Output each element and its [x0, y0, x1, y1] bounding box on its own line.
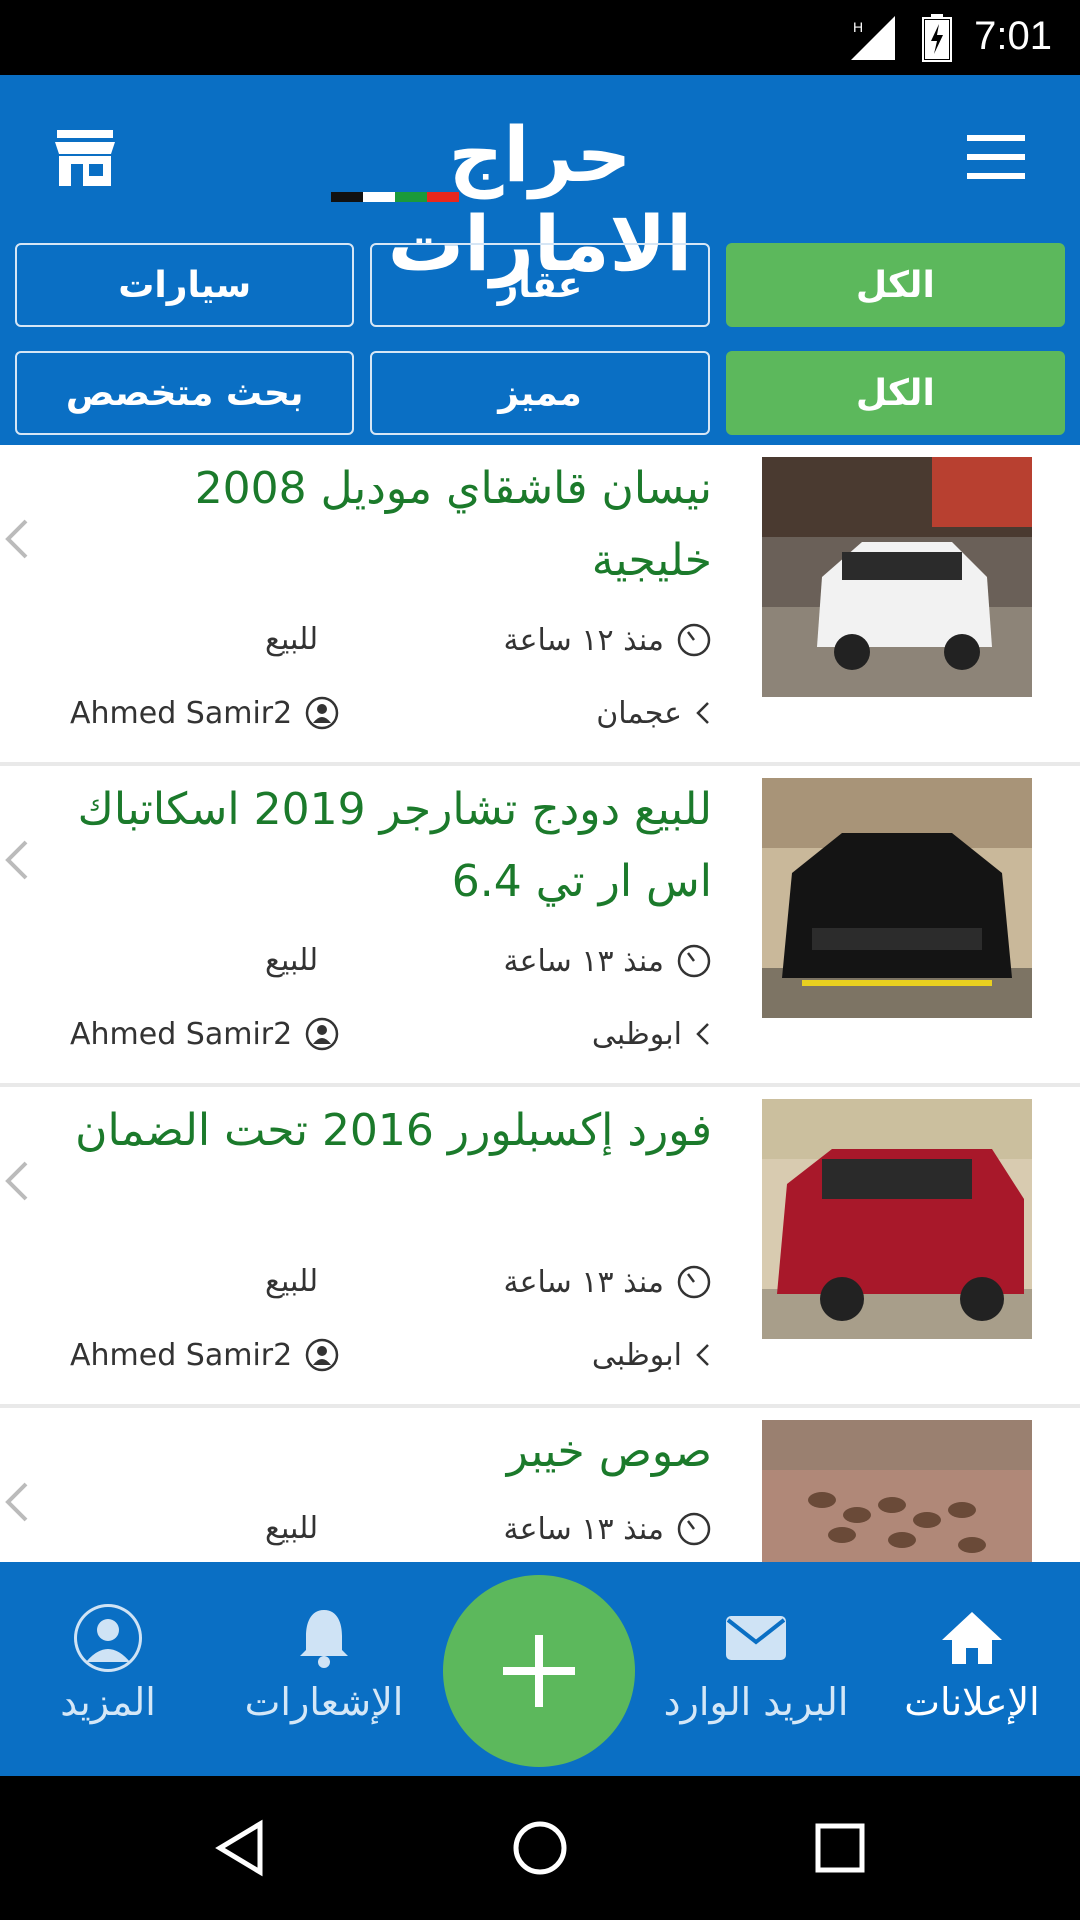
listing-title: فورد إكسبلورر 2016 تحت الضمان	[75, 1105, 712, 1156]
plus-icon	[503, 1635, 575, 1707]
clock-icon	[677, 623, 711, 657]
battery-icon	[922, 14, 952, 62]
recents-icon[interactable]	[810, 1818, 870, 1878]
chevron-left-icon	[5, 840, 28, 880]
listing-item[interactable]: نيسان قاشقاي موديل 2008 خليجية منذ ١٢ سا…	[0, 445, 1080, 766]
listing-city-text: ابوظبى	[591, 1337, 682, 1373]
store-icon[interactable]	[55, 130, 115, 186]
status-bar: H 7:01	[0, 0, 1080, 75]
listing-time-text: منذ ١٣ ساعة	[503, 943, 664, 979]
home-icon	[942, 1612, 1002, 1664]
listing-time-text: منذ ١٣ ساعة	[503, 1511, 664, 1547]
nav-inbox[interactable]: البريد الوارد	[656, 1562, 856, 1776]
listing-item[interactable]: صوص خيبر منذ ١٣ ساعة للبيع	[0, 1408, 1080, 1562]
chevron-left-icon	[5, 1161, 28, 1201]
filter-advanced-search[interactable]: بحث متخصص	[15, 351, 355, 435]
nav-ads[interactable]: الإعلانات	[872, 1562, 1072, 1776]
listing-user: Ahmed Samir2	[70, 1016, 340, 1052]
listing-city: ابوظبى	[592, 1337, 712, 1373]
nav-more-label: المزيد	[60, 1680, 156, 1724]
listing-city-text: ابوظبى	[591, 1016, 682, 1052]
listing-title: للبيع دودج تشارجر 2019 اسكاتباك اس ار تي…	[77, 784, 712, 907]
listing-image	[762, 1420, 1032, 1562]
profile-icon	[74, 1604, 142, 1672]
listing-user: Ahmed Samir2	[70, 695, 340, 731]
listing-type: للبيع	[265, 622, 319, 657]
listing-type: للبيع	[265, 1264, 319, 1299]
listing-item[interactable]: فورد إكسبلورر 2016 تحت الضمان منذ ١٣ ساع…	[0, 1087, 1080, 1408]
listing-time-text: منذ ١٢ ساعة	[503, 622, 664, 658]
chevron-left-small-icon	[696, 1344, 709, 1366]
listing-item[interactable]: للبيع دودج تشارجر 2019 اسكاتباك اس ار تي…	[0, 766, 1080, 1087]
chevron-left-small-icon	[696, 702, 709, 724]
type-filter-row: الكل مميز بحث متخصص	[15, 351, 1065, 435]
listing-city: عجمان	[596, 695, 712, 731]
listing-title: صوص خيبر	[506, 1426, 712, 1477]
listing-title: نيسان قاشقاي موديل 2008 خليجية	[194, 463, 712, 586]
filter-featured[interactable]: مميز	[370, 351, 710, 435]
listing-image	[762, 457, 1032, 697]
home-circle-icon[interactable]	[510, 1818, 570, 1878]
user-icon	[305, 696, 339, 730]
signal-icon: H	[851, 16, 895, 60]
listing-city-text: عجمان	[596, 695, 682, 731]
listing-type: للبيع	[265, 943, 319, 978]
nav-inbox-label: البريد الوارد	[663, 1680, 849, 1724]
listing-time: منذ ١٣ ساعة	[504, 1264, 712, 1300]
chevron-left-small-icon	[696, 1023, 709, 1045]
listing-user: Ahmed Samir2	[70, 1337, 340, 1373]
filter-all-types[interactable]: الكل	[725, 351, 1065, 435]
listing-time: منذ ١٣ ساعة	[504, 1511, 712, 1547]
app-logo: حراج الامارات	[330, 110, 750, 288]
category-filter-row: الكل عقار سيارات	[15, 243, 1065, 327]
user-icon	[305, 1017, 339, 1051]
back-icon[interactable]	[210, 1818, 270, 1878]
listings-list: نيسان قاشقاي موديل 2008 خليجية منذ ١٢ سا…	[0, 445, 1080, 1562]
filter-all-categories[interactable]: الكل	[725, 243, 1065, 327]
listing-type: للبيع	[265, 1511, 319, 1546]
add-listing-button[interactable]	[443, 1575, 635, 1767]
listing-user-text: Ahmed Samir2	[70, 1016, 293, 1052]
listing-image	[762, 1099, 1032, 1339]
menu-icon[interactable]	[967, 135, 1025, 179]
nav-notifications[interactable]: الإشعارات	[224, 1562, 424, 1776]
status-time: 7:01	[974, 14, 1052, 58]
svg-text:H: H	[853, 19, 863, 35]
clock-icon	[677, 1512, 711, 1546]
clock-icon	[677, 1265, 711, 1299]
bell-icon	[300, 1610, 348, 1668]
filter-cars[interactable]: سيارات	[15, 243, 355, 327]
mail-icon	[726, 1616, 786, 1660]
listing-city: ابوظبى	[592, 1016, 712, 1052]
chevron-left-icon	[5, 519, 28, 559]
nav-more[interactable]: المزيد	[8, 1562, 208, 1776]
listing-user-text: Ahmed Samir2	[70, 695, 293, 731]
clock-icon	[677, 944, 711, 978]
system-navigation-bar	[0, 1776, 1080, 1920]
chevron-left-icon	[5, 1482, 28, 1522]
listing-image	[762, 778, 1032, 1018]
listing-user-text: Ahmed Samir2	[70, 1337, 293, 1373]
listing-time: منذ ١٢ ساعة	[504, 622, 712, 658]
flag-stripe	[330, 187, 460, 202]
listing-time: منذ ١٣ ساعة	[504, 943, 712, 979]
filter-real-estate[interactable]: عقار	[370, 243, 710, 327]
app-header: حراج الامارات الكل عقار سيارات الكل مميز…	[0, 75, 1080, 445]
user-icon	[305, 1338, 339, 1372]
listing-time-text: منذ ١٣ ساعة	[503, 1264, 664, 1300]
